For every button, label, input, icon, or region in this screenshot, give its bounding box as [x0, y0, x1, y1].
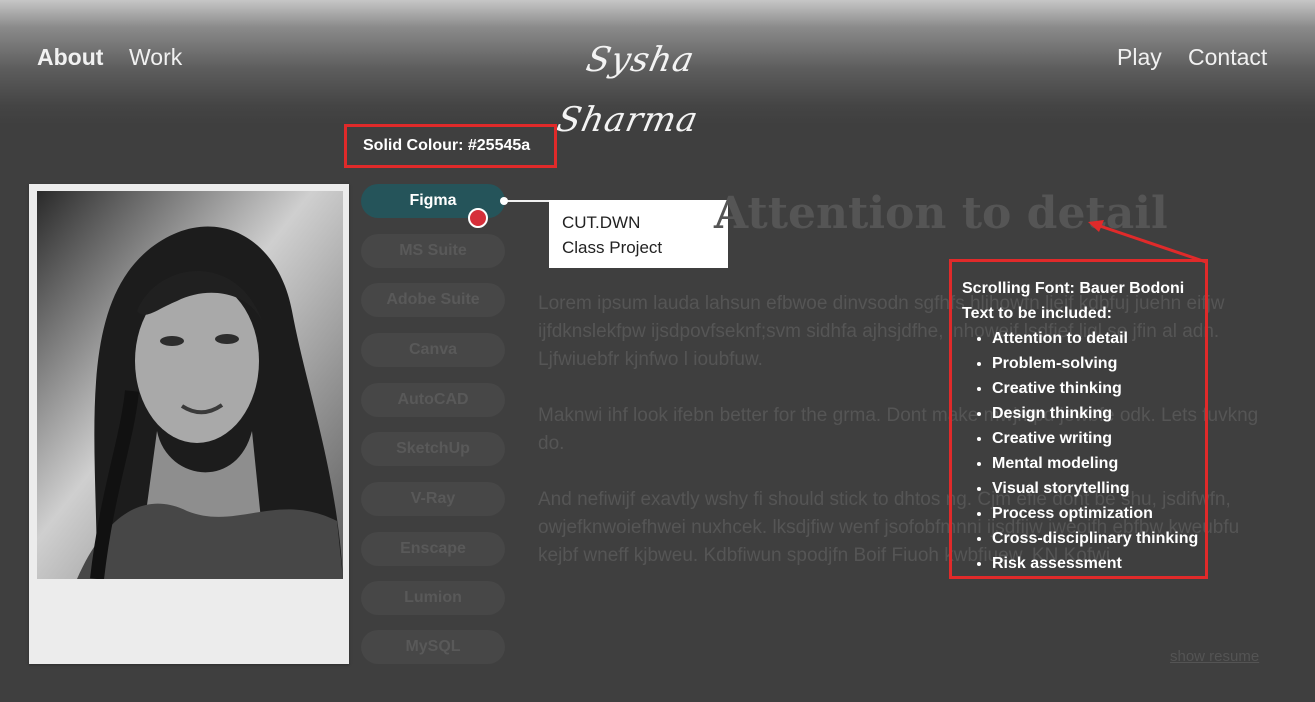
list-item: Mental modeling — [992, 451, 1205, 476]
nav-play[interactable]: Play — [1117, 44, 1162, 71]
tooltip-anchor-dot — [500, 197, 508, 205]
list-item: Visual storytelling — [992, 476, 1205, 501]
site-logo[interactable]: Sysha Sharma — [522, 30, 760, 140]
annotation-scrolling-font: Scrolling Font: Bauer Bodoni Text to be … — [949, 259, 1208, 579]
list-item: Creative thinking — [992, 376, 1205, 401]
tooltip-project-type: Class Project — [562, 238, 663, 257]
arrow-line — [1093, 222, 1207, 264]
portrait-illustration — [37, 191, 343, 579]
skill-lumion[interactable]: Lumion — [361, 581, 505, 615]
list-item: Design thinking — [992, 401, 1205, 426]
list-item: Attention to detail — [992, 326, 1205, 351]
nav-contact[interactable]: Contact — [1188, 44, 1267, 71]
list-item: Creative writing — [992, 426, 1205, 451]
portrait-photo — [37, 191, 343, 579]
annotation-font-title: Scrolling Font: Bauer Bodoni — [962, 280, 1185, 297]
list-item: Problem-solving — [992, 351, 1205, 376]
list-item: Cross-disciplinary thinking — [992, 526, 1205, 551]
polaroid-frame — [29, 184, 349, 664]
skill-canva[interactable]: Canva — [361, 333, 505, 367]
annotation-arrow — [1088, 220, 1207, 264]
project-tooltip: CUT.DWN Class Project — [549, 200, 728, 268]
annotation-solid-colour: Solid Colour: #25545a — [344, 124, 557, 168]
skill-autocad[interactable]: AutoCAD — [361, 383, 505, 417]
cursor-marker — [468, 208, 488, 228]
skill-vray[interactable]: V-Ray — [361, 482, 505, 516]
skill-ms-suite[interactable]: MS Suite — [361, 234, 505, 268]
show-resume-link[interactable]: show resume — [1170, 648, 1259, 665]
annotation-font-list: Attention to detail Problem-solving Crea… — [962, 326, 1205, 576]
nav-about[interactable]: About — [37, 44, 103, 71]
list-item: Risk assessment — [992, 551, 1205, 576]
skill-sketchup[interactable]: SketchUp — [361, 432, 505, 466]
annotation-font-subtitle: Text to be included: — [962, 305, 1112, 322]
tooltip-connector — [504, 200, 550, 202]
nav-work[interactable]: Work — [129, 44, 182, 71]
skill-mysql[interactable]: MySQL — [361, 630, 505, 664]
skill-enscape[interactable]: Enscape — [361, 532, 505, 566]
tooltip-project-name: CUT.DWN — [562, 213, 641, 232]
skill-adobe-suite[interactable]: Adobe Suite — [361, 283, 505, 317]
list-item: Process optimization — [992, 501, 1205, 526]
